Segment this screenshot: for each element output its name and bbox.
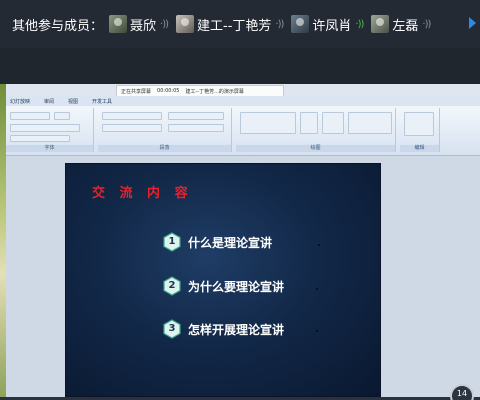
shapes-gallery xyxy=(240,112,296,134)
ribbon-toolbar: 字体 段落 绘图 编辑 xyxy=(6,106,480,156)
avatar xyxy=(291,15,310,33)
font-effects-buttons xyxy=(10,135,70,142)
ribbon-group-label: 编辑 xyxy=(400,145,439,152)
list-buttons xyxy=(102,112,162,120)
ribbon-tabs: 幻灯放映 审阅 视图 开发工具 xyxy=(6,96,480,106)
member-ding-yanfang[interactable]: 建工--丁艳芳 ·)) xyxy=(176,15,284,34)
font-name-box xyxy=(10,112,50,120)
item-label: 怎样开展理论宣讲 xyxy=(188,322,285,337)
ribbon-tab: 审阅 xyxy=(44,98,55,105)
shape-fill-buttons xyxy=(348,112,392,134)
presentation-slide: 交 流 内 容 1 什么是理论宣讲 2 为什么要理论宣讲 3 怎样开展理论宣讲 xyxy=(66,164,380,396)
item-number: 2 xyxy=(168,280,176,291)
slide-title: 交 流 内 容 xyxy=(92,186,193,201)
member-name: 聂欣 xyxy=(130,18,157,34)
member-name: 许凤肖 xyxy=(312,18,352,34)
speaking-icon: ·)) xyxy=(355,18,364,30)
ribbon-group-label: 绘图 xyxy=(236,145,395,152)
ribbon-tab: 视图 xyxy=(68,98,79,105)
shared-screen: 正在共享屏幕 00:00:05 建工--丁艳芳...的演示屏幕 幻灯放映 审阅 … xyxy=(0,84,480,400)
more-members-arrow-icon[interactable] xyxy=(469,17,476,29)
item-number: 3 xyxy=(168,323,176,334)
quick-styles-button xyxy=(322,112,344,134)
hexagon-number-icon: 3 xyxy=(162,319,182,339)
hexagon-number-icon: 1 xyxy=(162,232,182,252)
align-buttons xyxy=(102,124,162,132)
ribbon-group-drawing: 绘图 xyxy=(236,108,396,152)
ribbon-group-paragraph: 段落 xyxy=(98,108,232,152)
participants-label: 其他参与成员： xyxy=(12,18,104,34)
member-name: 建工--丁艳芳 xyxy=(197,18,272,34)
sound-icon: ·)) xyxy=(160,18,169,30)
hexagon-number-icon: 2 xyxy=(162,276,182,296)
ribbon-group-font: 字体 xyxy=(6,108,94,152)
share-presenter: 建工--丁艳芳...的演示屏幕 xyxy=(185,88,244,95)
sound-icon: ·)) xyxy=(422,18,431,30)
share-status-text: 正在共享屏幕 xyxy=(121,88,152,95)
item-label: 为什么要理论宣讲 xyxy=(188,279,285,294)
slide-item-3: 3 怎样开展理论宣讲 xyxy=(162,319,284,339)
slide-item-2: 2 为什么要理论宣讲 xyxy=(162,276,284,296)
ribbon-group-label: 字体 xyxy=(6,145,93,152)
member-zuo-lei[interactable]: 左磊 ·)) xyxy=(371,15,431,34)
arrange-button xyxy=(300,112,318,134)
avatar xyxy=(109,15,128,33)
avatar xyxy=(176,15,195,33)
ribbon-group-editing: 编辑 xyxy=(400,108,440,152)
text-direction-buttons xyxy=(168,112,224,120)
participants-bar: 其他参与成员： 聂欣 ·)) 建工--丁艳芳 ·)) 许凤肖 ·)) 左磊 ·)… xyxy=(0,0,480,48)
font-format-buttons xyxy=(10,124,80,132)
slide-speck xyxy=(318,244,320,246)
slide-item-1: 1 什么是理论宣讲 xyxy=(162,232,272,252)
sound-icon: ·)) xyxy=(275,18,284,30)
find-replace-buttons xyxy=(404,112,434,136)
item-number: 1 xyxy=(168,236,176,247)
member-name: 左磊 xyxy=(392,18,419,34)
slide-speck xyxy=(316,288,318,290)
font-size-box xyxy=(54,112,70,120)
ribbon-group-label: 段落 xyxy=(98,145,231,152)
ribbon-tab: 开发工具 xyxy=(92,98,113,105)
share-timer: 00:00:05 xyxy=(157,88,180,94)
item-label: 什么是理论宣讲 xyxy=(188,235,273,250)
slide-speck xyxy=(316,330,318,332)
member-xu-fengxiao[interactable]: 许凤肖 ·)) xyxy=(291,15,364,34)
smartart-button xyxy=(168,124,224,132)
avatar xyxy=(371,15,390,33)
member-nie-xin[interactable]: 聂欣 ·)) xyxy=(109,15,169,34)
ribbon-tab: 幻灯放映 xyxy=(10,98,31,105)
header-gap xyxy=(0,48,480,84)
